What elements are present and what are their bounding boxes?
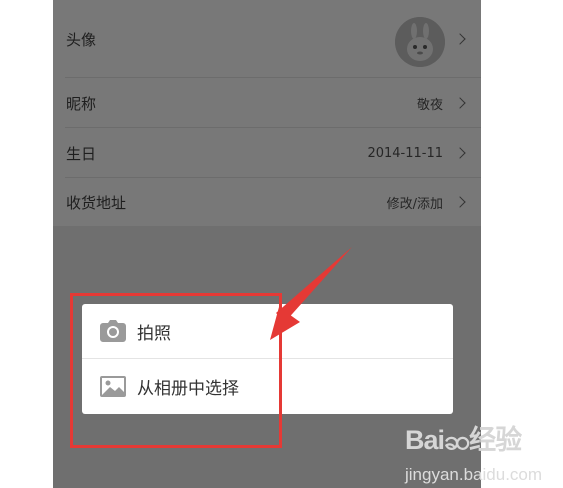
nickname-value: 敬夜 xyxy=(416,97,443,113)
chevron-right-icon xyxy=(454,33,466,45)
profile-settings-list: 头像 昵称 敬夜 生日 2014-11-11 收货地址 修改/添加 xyxy=(53,0,481,226)
birthday-row[interactable]: 生日 2014-11-11 xyxy=(53,128,481,178)
watermark-logo: Baiဆ经验 xyxy=(405,425,522,455)
nickname-row[interactable]: 昵称 敬夜 xyxy=(53,78,481,128)
annotation-highlight-box xyxy=(70,293,282,448)
avatar xyxy=(395,17,445,67)
address-row[interactable]: 收货地址 修改/添加 xyxy=(53,178,481,226)
address-label: 收货地址 xyxy=(66,193,127,212)
watermark-url: jingyan.baidu.com xyxy=(405,465,543,484)
address-value: 修改/添加 xyxy=(386,196,443,212)
avatar-row[interactable]: 头像 xyxy=(53,0,481,78)
baidu-jingyan-watermark: Baiဆ经验 jingyan.baidu.com xyxy=(405,418,542,485)
chevron-right-icon xyxy=(454,147,466,159)
nickname-label: 昵称 xyxy=(66,94,97,113)
chevron-right-icon xyxy=(454,97,466,109)
chevron-right-icon xyxy=(454,196,466,208)
avatar-row-label: 头像 xyxy=(66,30,97,49)
birthday-label: 生日 xyxy=(66,144,97,163)
birthday-value: 2014-11-11 xyxy=(367,145,443,161)
